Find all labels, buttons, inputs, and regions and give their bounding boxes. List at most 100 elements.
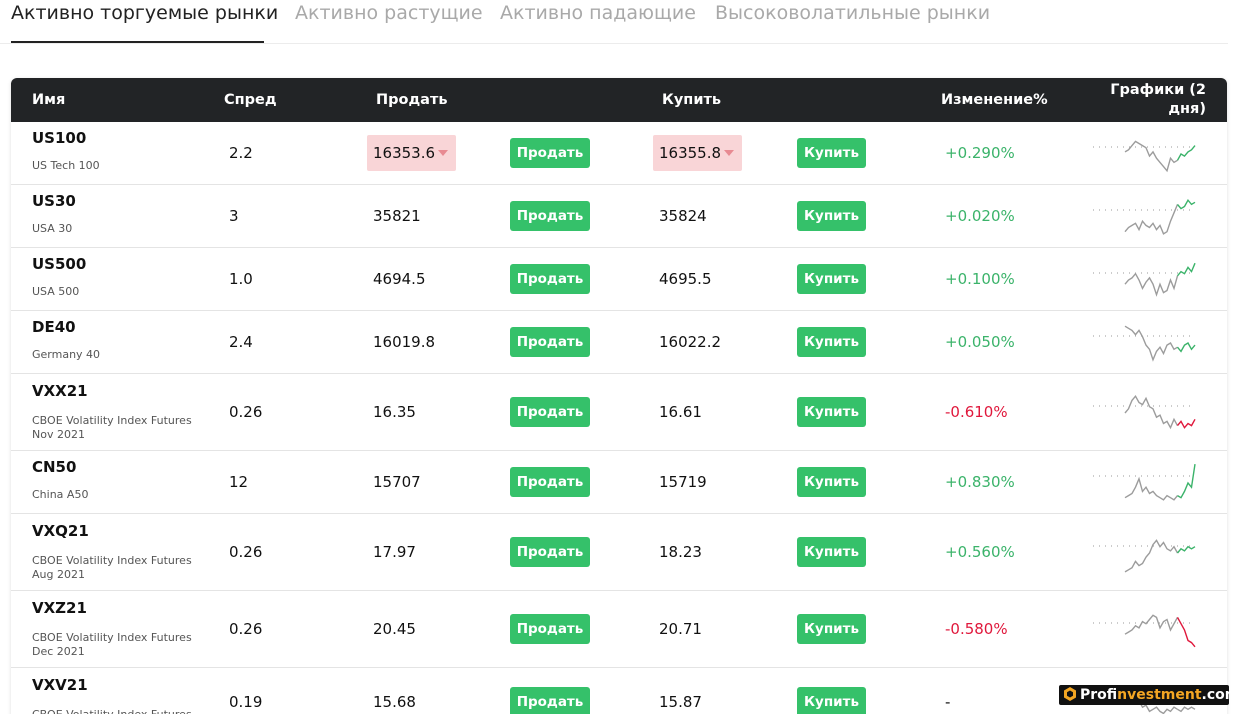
table-row: US100 US Tech 100 2.2 16353.6 Продать 16355.8… (11, 122, 1227, 185)
sell-price: 4694.5 (373, 270, 426, 288)
sell-button[interactable]: Продать (510, 467, 590, 497)
buy-button[interactable]: Купить (797, 327, 866, 357)
buy-price-box: 16355.8 (653, 135, 742, 171)
sparkline-history (1124, 476, 1179, 501)
sparkline-chart[interactable] (1091, 528, 1199, 578)
spread-value: 1.0 (229, 270, 253, 288)
instrument-name: CBOE Volatility Index Futures Nov 2021 (32, 414, 192, 441)
site-watermark: Profinvestment.com (1059, 685, 1239, 705)
sell-button[interactable]: Продать (510, 537, 590, 567)
buy-button[interactable]: Купить (797, 537, 866, 567)
sparkline-history (1124, 204, 1179, 235)
instrument-symbol[interactable]: VXX21 (32, 382, 88, 400)
buy-price: 16022.2 (659, 333, 722, 351)
instrument-symbol[interactable]: DE40 (32, 318, 76, 336)
instrument-symbol[interactable]: CN50 (32, 458, 76, 476)
spread-value: 12 (229, 473, 249, 491)
spread-value: 0.26 (229, 620, 263, 638)
sparkline-recent (1176, 545, 1196, 554)
instrument-name: China A50 (32, 488, 89, 501)
sell-button[interactable]: Продать (510, 138, 590, 168)
change-percent: +0.100% (945, 270, 1015, 288)
change-percent: +0.830% (945, 473, 1015, 491)
tab-most-traded[interactable]: Активно торгуемые рынки (11, 2, 278, 24)
table-row: VXX21 CBOE Volatility Index Futures Nov 2… (11, 374, 1227, 451)
change-percent: - (945, 693, 951, 711)
header-change: Изменение% (941, 92, 1048, 108)
sell-button[interactable]: Продать (510, 264, 590, 294)
sparkline-chart[interactable] (1091, 192, 1199, 242)
sparkline-history (1124, 539, 1179, 573)
sparkline-history (1124, 394, 1179, 430)
sell-button[interactable]: Продать (510, 614, 590, 644)
sparkline-recent (1176, 262, 1196, 277)
instrument-symbol[interactable]: US100 (32, 129, 86, 147)
buy-button[interactable]: Купить (797, 614, 866, 644)
spread-value: 0.26 (229, 403, 263, 421)
sparkline-history (1124, 325, 1178, 362)
markets-table: Имя Спред Продать Купить Изменение% Граф… (11, 78, 1227, 714)
header-sell: Продать (376, 92, 448, 108)
tab-most-volatile[interactable]: Высоковолатильные рынки (715, 2, 990, 24)
sparkline-chart[interactable] (1091, 388, 1199, 438)
sparkline-history (1124, 140, 1178, 173)
change-percent: +0.050% (945, 333, 1015, 351)
tab-top-fallers[interactable]: Активно падающие (500, 2, 696, 24)
sell-price: 17.97 (373, 543, 416, 561)
sell-button[interactable]: Продать (510, 397, 590, 427)
buy-price: 15719 (659, 473, 707, 491)
table-row: VXQ21 CBOE Volatility Index Futures Aug 2… (11, 514, 1227, 591)
instrument-symbol[interactable]: VXQ21 (32, 522, 89, 540)
sell-price: 20.45 (373, 620, 416, 638)
sparkline-chart[interactable] (1091, 255, 1199, 305)
buy-button[interactable]: Купить (797, 138, 866, 168)
sparkline-recent (1176, 342, 1196, 353)
spread-value: 2.2 (229, 144, 253, 162)
header-name: Имя (32, 92, 66, 108)
buy-button[interactable]: Купить (797, 467, 866, 497)
sparkline-history (1124, 614, 1179, 635)
buy-price: 16.61 (659, 403, 702, 421)
buy-button[interactable]: Купить (797, 397, 866, 427)
buy-price: 16355.8 (659, 144, 722, 162)
buy-price: 35824 (659, 207, 707, 225)
instrument-name: US Tech 100 (32, 159, 100, 172)
buy-price: 15.87 (659, 693, 702, 711)
sell-price: 16353.6 (373, 144, 436, 162)
sell-button[interactable]: Продать (510, 687, 590, 714)
sparkline-history (1124, 272, 1179, 297)
sparkline-recent (1176, 418, 1196, 429)
tab-top-risers[interactable]: Активно растущие (295, 2, 483, 24)
instrument-symbol[interactable]: US30 (32, 192, 76, 210)
sparkline-chart[interactable] (1091, 318, 1199, 368)
instrument-name: USA 500 (32, 285, 80, 298)
sparkline-recent (1177, 463, 1196, 499)
table-row: US500 USA 500 1.0 4694.5 Продать 4695.5 Купить… (11, 248, 1227, 311)
spread-value: 3 (229, 207, 239, 225)
buy-button[interactable]: Купить (797, 264, 866, 294)
spread-value: 0.19 (229, 693, 263, 711)
buy-button[interactable]: Купить (797, 201, 866, 231)
instrument-symbol[interactable]: VXZ21 (32, 599, 87, 617)
buy-button[interactable]: Купить (797, 687, 866, 714)
buy-price: 4695.5 (659, 270, 712, 288)
instrument-symbol[interactable]: VXV21 (32, 676, 88, 694)
sell-button[interactable]: Продать (510, 201, 590, 231)
sell-price: 15707 (373, 473, 421, 491)
watermark-prefix: Prof (1080, 687, 1118, 703)
instrument-name: CBOE Volatility Index Futures Aug 2021 (32, 554, 192, 581)
spread-value: 2.4 (229, 333, 253, 351)
instrument-symbol[interactable]: US500 (32, 255, 86, 273)
buy-price: 20.71 (659, 620, 702, 638)
table-row: VXV21 CBOE Volatility Index Futures 0.19 15… (11, 668, 1227, 714)
header-buy: Купить (662, 92, 722, 108)
sell-button[interactable]: Продать (510, 327, 590, 357)
change-percent: +0.290% (945, 144, 1015, 162)
instrument-name: CBOE Volatility Index Futures Dec 2021 (32, 631, 192, 658)
sparkline-chart[interactable] (1091, 129, 1199, 179)
sparkline-chart[interactable] (1091, 605, 1199, 655)
price-down-icon (438, 150, 448, 156)
sell-price-box: 16353.6 (367, 135, 456, 171)
market-tabs: Активно торгуемые рынки Активно растущие… (0, 0, 1228, 44)
sparkline-chart[interactable] (1091, 458, 1199, 508)
